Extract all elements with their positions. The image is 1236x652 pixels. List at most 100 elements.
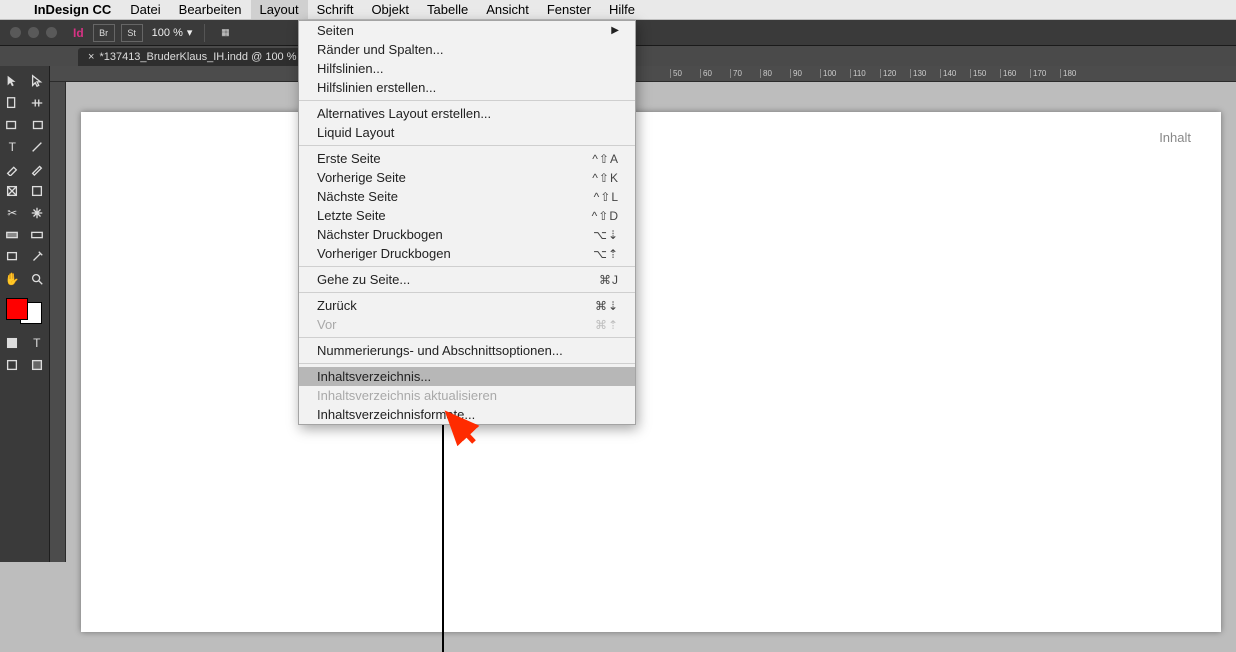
menu-shortcut: ⌘⇡ — [595, 318, 619, 332]
page[interactable]: Inhalt — [81, 112, 1221, 632]
menu-item-inhaltsverzeichnis[interactable]: Inhaltsverzeichnis... — [299, 367, 635, 386]
menu-item-n-chste-seite[interactable]: Nächste Seite^⇧L — [299, 187, 635, 206]
menu-shortcut: ⌘⇣ — [595, 299, 619, 313]
view-options-button[interactable]: ▦ — [214, 24, 236, 42]
close-tab-icon[interactable]: × — [88, 51, 94, 63]
direct-selection-tool[interactable] — [25, 70, 50, 92]
menu-item-vorherige-seite[interactable]: Vorherige Seite^⇧K — [299, 168, 635, 187]
type-tool[interactable]: T — [0, 136, 25, 158]
menu-item-seiten[interactable]: Seiten ▶ — [299, 21, 635, 40]
menu-item-label: Letzte Seite — [317, 208, 386, 223]
close-window-button[interactable] — [10, 27, 21, 38]
menu-item-label: Gehe zu Seite... — [317, 272, 410, 287]
menu-tabelle[interactable]: Tabelle — [418, 0, 477, 19]
color-swatch[interactable] — [4, 296, 44, 326]
menu-item-r-nder-und-spalten[interactable]: Ränder und Spalten... — [299, 40, 635, 59]
menu-shortcut: ⌥⇣ — [593, 228, 619, 242]
menu-hilfe[interactable]: Hilfe — [600, 0, 644, 19]
menu-shortcut: ^⇧A — [592, 152, 619, 166]
mac-menubar: InDesign CC DateiBearbeitenLayoutSchrift… — [0, 0, 1236, 20]
ruler-tick: 140 — [940, 69, 970, 78]
apply-color-button[interactable] — [0, 332, 25, 354]
ruler-tick: 150 — [970, 69, 1000, 78]
menu-shortcut: ^⇧L — [594, 190, 619, 204]
eyedropper-tool[interactable] — [25, 246, 50, 268]
menu-item-gehe-zu-seite[interactable]: Gehe zu Seite... ⌘J — [299, 270, 635, 289]
menu-item-erste-seite[interactable]: Erste Seite^⇧A — [299, 149, 635, 168]
normal-view-button[interactable] — [0, 354, 25, 376]
menu-schrift[interactable]: Schrift — [308, 0, 363, 19]
menu-item-label: Zurück — [317, 298, 357, 313]
minimize-window-button[interactable] — [28, 27, 39, 38]
menu-item-label: Liquid Layout — [317, 125, 394, 140]
zoom-level-select[interactable]: 100 % ▾ — [146, 26, 199, 39]
document-tab[interactable]: × *137413_BruderKlaus_IH.indd @ 100 % — [78, 48, 311, 66]
content-collector-tool[interactable] — [0, 114, 25, 136]
vertical-ruler[interactable] — [50, 82, 66, 562]
ruler-tick: 120 — [880, 69, 910, 78]
menu-item-alternatives-layout-erstellen[interactable]: Alternatives Layout erstellen... — [299, 104, 635, 123]
menu-item-label: Inhaltsverzeichnis... — [317, 369, 431, 384]
zoom-window-button[interactable] — [46, 27, 57, 38]
menu-item-zur-ck[interactable]: Zurück ⌘⇣ — [299, 296, 635, 315]
menu-item-label: Ränder und Spalten... — [317, 42, 443, 57]
page-tool[interactable] — [0, 92, 25, 114]
menu-separator — [299, 266, 635, 267]
horizontal-ruler[interactable]: 5060708090100110120130140150160170180 — [50, 66, 1236, 82]
menu-item-label: Seiten — [317, 23, 354, 38]
line-tool[interactable] — [25, 136, 50, 158]
menu-item-n-chster-druckbogen[interactable]: Nächster Druckbogen⌥⇣ — [299, 225, 635, 244]
scissors-tool[interactable]: ✂ — [0, 202, 25, 224]
menu-item-hilfslinien[interactable]: Hilfslinien... — [299, 59, 635, 78]
fill-color-swatch[interactable] — [6, 298, 28, 320]
hand-tool[interactable]: ✋ — [0, 268, 25, 290]
menu-item-vorheriger-druckbogen[interactable]: Vorheriger Druckbogen ⌥⇡ — [299, 244, 635, 263]
menu-item-label: Alternatives Layout erstellen... — [317, 106, 491, 121]
document-canvas[interactable]: Inhalt — [66, 82, 1236, 562]
pencil-tool[interactable] — [25, 158, 50, 180]
selection-tool[interactable] — [0, 70, 25, 92]
window-controls — [0, 27, 67, 38]
menu-fenster[interactable]: Fenster — [538, 0, 600, 19]
pen-tool[interactable] — [0, 158, 25, 180]
ruler-tick: 160 — [1000, 69, 1030, 78]
menu-ansicht[interactable]: Ansicht — [477, 0, 538, 19]
rectangle-tool[interactable] — [25, 180, 50, 202]
layout-menu-dropdown: Seiten ▶ Ränder und Spalten... Hilfslinien.… — [298, 20, 636, 425]
menu-item-hilfslinien-erstellen[interactable]: Hilfslinien erstellen... — [299, 78, 635, 97]
gap-tool[interactable] — [25, 92, 50, 114]
preview-button[interactable] — [25, 354, 50, 376]
menu-separator — [299, 292, 635, 293]
divider — [204, 24, 205, 42]
tools-panel: T ✂ ✋ T — [0, 66, 50, 562]
rectangle-frame-tool[interactable] — [0, 180, 25, 202]
free-transform-tool[interactable] — [25, 202, 50, 224]
submenu-arrow-icon: ▶ — [611, 25, 619, 36]
stock-button[interactable]: St — [121, 24, 143, 42]
menu-item-nummerierungs-und-abschnittsoptionen[interactable]: Nummerierungs- und Abschnittsoptionen... — [299, 341, 635, 360]
zoom-tool[interactable] — [25, 268, 50, 290]
format-text-button[interactable]: T — [25, 332, 50, 354]
menu-objekt[interactable]: Objekt — [362, 0, 418, 19]
menu-shortcut: ⌥⇡ — [593, 247, 619, 261]
menu-item-letzte-seite[interactable]: Letzte Seite^⇧D — [299, 206, 635, 225]
chevron-down-icon: ▾ — [187, 26, 193, 39]
menu-datei[interactable]: Datei — [121, 0, 169, 19]
menu-item-liquid-layout[interactable]: Liquid Layout — [299, 123, 635, 142]
bridge-button[interactable]: Br — [93, 24, 115, 42]
page-heading: Inhalt — [1159, 130, 1191, 145]
ruler-tick: 180 — [1060, 69, 1090, 78]
menu-item-label: Hilfslinien erstellen... — [317, 80, 436, 95]
menu-separator — [299, 100, 635, 101]
content-placer-tool[interactable] — [25, 114, 50, 136]
gradient-swatch-tool[interactable] — [0, 224, 25, 246]
note-tool[interactable] — [0, 246, 25, 268]
menu-item-label: Nummerierungs- und Abschnittsoptionen... — [317, 343, 563, 358]
menu-shortcut: ^⇧K — [592, 171, 619, 185]
menu-item-label: Vorheriger Druckbogen — [317, 246, 451, 261]
menu-layout[interactable]: Layout — [251, 0, 308, 19]
app-name[interactable]: InDesign CC — [24, 2, 121, 17]
menu-shortcut: ⌘J — [599, 273, 619, 287]
gradient-feather-tool[interactable] — [25, 224, 50, 246]
menu-bearbeiten[interactable]: Bearbeiten — [170, 0, 251, 19]
